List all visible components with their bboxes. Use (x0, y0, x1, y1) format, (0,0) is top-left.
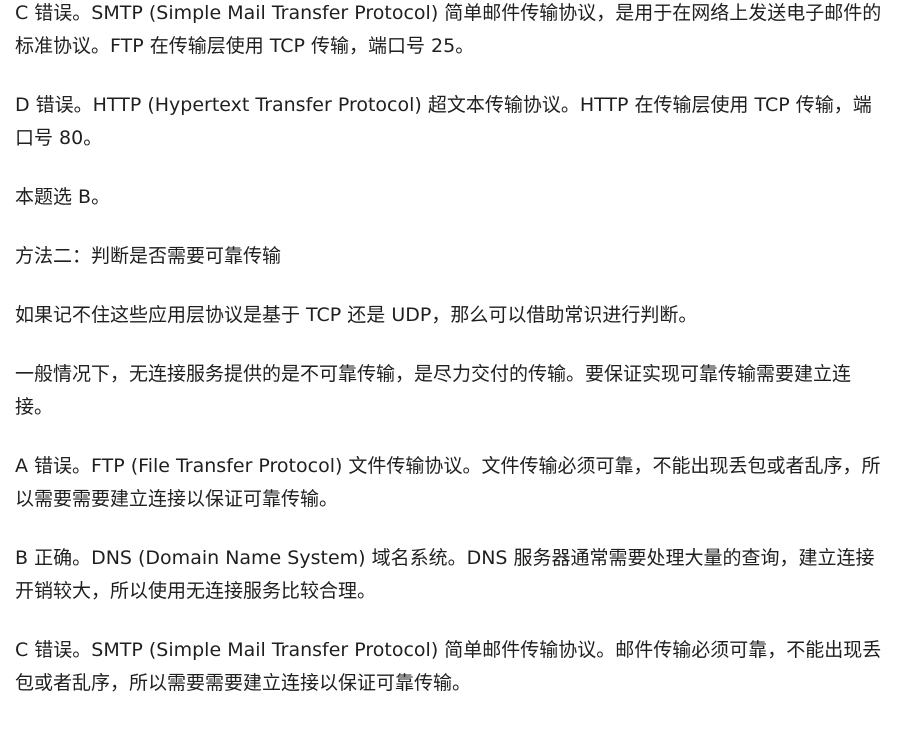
paragraph-option-b-dns: B 正确。DNS (Domain Name System) 域名系统。DNS 服… (15, 547, 875, 602)
paragraph-option-d-http: D 错误。HTTP (Hypertext Transfer Protocol) … (15, 94, 872, 149)
answer-explanation-document: C 错误。SMTP (Simple Mail Transfer Protocol… (0, 0, 913, 731)
paragraph-common-sense: 如果记不住这些应用层协议是基于 TCP 还是 UDP，那么可以借助常识进行判断。 (15, 304, 698, 326)
paragraph-answer-b: 本题选 B。 (15, 186, 111, 208)
paragraph-option-c-smtp-reliability: C 错误。SMTP (Simple Mail Transfer Protocol… (15, 639, 882, 694)
paragraph-option-a-ftp: A 错误。FTP (File Transfer Protocol) 文件传输协议… (15, 455, 881, 510)
paragraph-option-c-smtp-intro: C 错误。SMTP (Simple Mail Transfer Protocol… (15, 2, 882, 57)
paragraph-connectionless-note: 一般情况下，无连接服务提供的是不可靠传输，是尽力交付的传输。要保证实现可靠传输需… (15, 363, 852, 418)
paragraph-method-two-heading: 方法二：判断是否需要可靠传输 (15, 245, 282, 267)
